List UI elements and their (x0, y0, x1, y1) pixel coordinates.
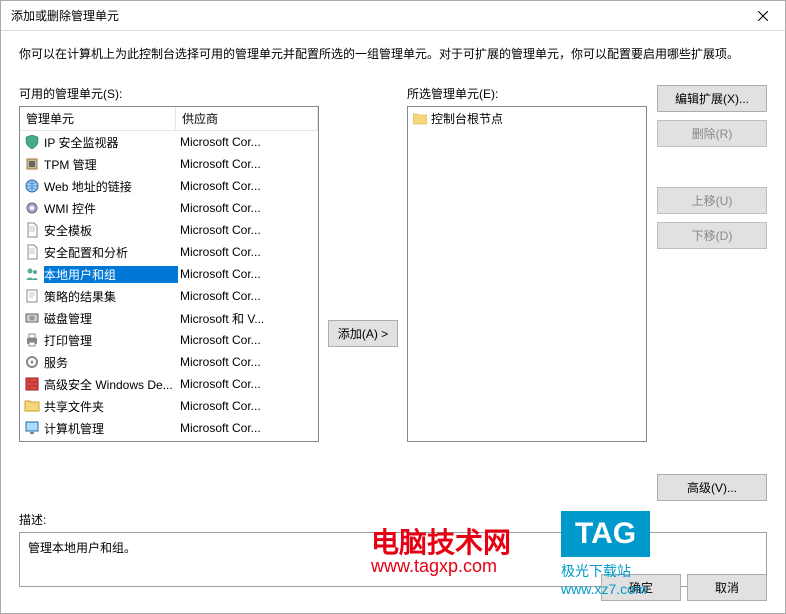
list-item[interactable]: 本地用户和组Microsoft Cor... (20, 263, 318, 285)
window-title: 添加或删除管理单元 (11, 7, 740, 24)
remove-button[interactable]: 删除(R) (657, 120, 767, 147)
item-vendor: Microsoft Cor... (178, 333, 318, 347)
selected-tree[interactable]: 控制台根节点 (407, 106, 647, 442)
shield-icon (24, 134, 40, 150)
list-item[interactable]: 打印管理Microsoft Cor... (20, 329, 318, 351)
item-name: TPM 管理 (44, 156, 178, 173)
item-name: 安全模板 (44, 222, 178, 239)
move-down-button[interactable]: 下移(D) (657, 222, 767, 249)
list-item[interactable]: 计算机管理Microsoft Cor... (20, 417, 318, 439)
item-name: 高级安全 Windows De... (44, 376, 178, 393)
available-listbox[interactable]: 管理单元 供应商 IP 安全监视器Microsoft Cor...TPM 管理M… (19, 106, 319, 442)
available-label: 可用的管理单元(S): (19, 85, 319, 102)
item-name: IP 安全监视器 (44, 134, 178, 151)
list-item[interactable]: 高级安全 Windows De...Microsoft Cor... (20, 373, 318, 395)
clock-icon (24, 442, 40, 443)
ok-button[interactable]: 确定 (601, 574, 681, 601)
description-label: 描述: (19, 511, 767, 528)
close-icon (758, 11, 768, 21)
col-header-snapin[interactable]: 管理单元 (20, 107, 176, 130)
list-item[interactable]: 策略的结果集Microsoft Cor... (20, 285, 318, 307)
list-item[interactable]: 共享文件夹Microsoft Cor... (20, 395, 318, 417)
list-item[interactable]: TPM 管理Microsoft Cor... (20, 153, 318, 175)
item-name: 打印管理 (44, 332, 178, 349)
folder-icon (412, 111, 428, 127)
item-vendor: Microsoft Cor... (178, 135, 318, 149)
doc-icon (24, 244, 40, 260)
item-name: 磁盘管理 (44, 310, 178, 327)
item-name: 策略的结果集 (44, 288, 178, 305)
list-item[interactable]: IP 安全监视器Microsoft Cor... (20, 131, 318, 153)
list-item[interactable]: 安全模板Microsoft Cor... (20, 219, 318, 241)
list-item[interactable]: 任务计划程序Microsoft Cor... (20, 439, 318, 443)
item-vendor: Microsoft Cor... (178, 355, 318, 369)
item-vendor: Microsoft Cor... (178, 157, 318, 171)
item-name: 任务计划程序 (44, 442, 178, 444)
cancel-button[interactable]: 取消 (687, 574, 767, 601)
item-name: 服务 (44, 354, 178, 371)
list-item[interactable]: Web 地址的链接Microsoft Cor... (20, 175, 318, 197)
item-vendor: Microsoft Cor... (178, 223, 318, 237)
list-item[interactable]: 磁盘管理Microsoft 和 V... (20, 307, 318, 329)
close-button[interactable] (740, 1, 785, 31)
item-name: Web 地址的链接 (44, 178, 178, 195)
add-button[interactable]: 添加(A) > (328, 320, 398, 347)
item-name: 安全配置和分析 (44, 244, 178, 261)
selected-label: 所选管理单元(E): (407, 85, 647, 102)
list-item[interactable]: 服务Microsoft Cor... (20, 351, 318, 373)
item-name: 本地用户和组 (44, 266, 178, 283)
item-name: 共享文件夹 (44, 398, 178, 415)
gear2-icon (24, 354, 40, 370)
advanced-button[interactable]: 高级(V)... (657, 474, 767, 501)
item-vendor: Microsoft Cor... (178, 245, 318, 259)
tree-root-item[interactable]: 控制台根节点 (410, 109, 644, 128)
computer-icon (24, 420, 40, 436)
doc-icon (24, 222, 40, 238)
item-vendor: Microsoft Cor... (178, 421, 318, 435)
item-vendor: Microsoft Cor... (178, 289, 318, 303)
gear-icon (24, 200, 40, 216)
edit-extensions-button[interactable]: 编辑扩展(X)... (657, 85, 767, 112)
dialog-description: 你可以在计算机上为此控制台选择可用的管理单元并配置所选的一组管理单元。对于可扩展… (19, 45, 767, 63)
printer-icon (24, 332, 40, 348)
firewall-icon (24, 376, 40, 392)
item-vendor: Microsoft 和 V... (178, 310, 318, 327)
description-text: 管理本地用户和组。 (28, 541, 136, 555)
item-vendor: Microsoft Cor... (178, 399, 318, 413)
tree-root-label: 控制台根节点 (431, 110, 503, 127)
globe-icon (24, 178, 40, 194)
item-name: 计算机管理 (44, 420, 178, 437)
list-item[interactable]: 安全配置和分析Microsoft Cor... (20, 241, 318, 263)
item-vendor: Microsoft Cor... (178, 201, 318, 215)
disk-icon (24, 310, 40, 326)
item-vendor: Microsoft Cor... (178, 179, 318, 193)
col-header-vendor[interactable]: 供应商 (176, 107, 318, 130)
item-vendor: Microsoft Cor... (178, 267, 318, 281)
list-item[interactable]: WMI 控件Microsoft Cor... (20, 197, 318, 219)
move-up-button[interactable]: 上移(U) (657, 187, 767, 214)
chip-icon (24, 156, 40, 172)
item-name: WMI 控件 (44, 200, 178, 217)
folder-icon (24, 398, 40, 414)
users-icon (24, 266, 40, 282)
policy-icon (24, 288, 40, 304)
item-vendor: Microsoft Cor... (178, 377, 318, 391)
